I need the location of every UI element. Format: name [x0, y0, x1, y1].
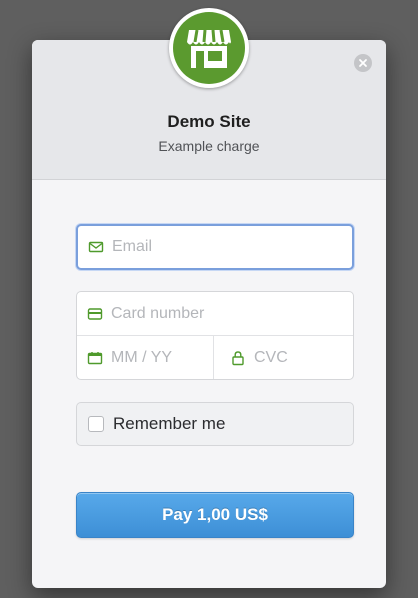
calendar-icon — [87, 350, 103, 366]
merchant-name: Demo Site — [167, 112, 251, 131]
card-number-field[interactable]: Card number — [77, 292, 353, 336]
expiry-field[interactable]: MM / YY — [77, 336, 214, 379]
charge-description: Example charge — [158, 138, 260, 154]
cvc-field[interactable]: CVC — [214, 336, 353, 379]
close-icon[interactable] — [354, 54, 372, 72]
remember-me-label: Remember me — [113, 414, 226, 433]
email-placeholder: Email — [112, 238, 153, 255]
remember-me-checkbox[interactable] — [88, 416, 104, 432]
pay-button[interactable]: Pay 1,00 US$ — [76, 492, 354, 538]
remember-me-toggle[interactable]: Remember me — [76, 402, 354, 446]
payment-modal: Demo Site Example charge Email Card numb… — [32, 8, 386, 588]
email-field[interactable]: Email — [76, 224, 354, 270]
merchant-logo — [169, 8, 249, 88]
card-number-placeholder: Card number — [111, 304, 205, 322]
credit-card-icon — [87, 306, 103, 322]
lock-icon — [230, 350, 246, 366]
envelope-icon — [88, 239, 104, 255]
expiry-placeholder: MM / YY — [111, 348, 173, 366]
storefront-icon — [173, 12, 245, 84]
card-details-group: Card number MM / YY CVC — [76, 291, 354, 380]
cvc-placeholder: CVC — [254, 348, 288, 366]
